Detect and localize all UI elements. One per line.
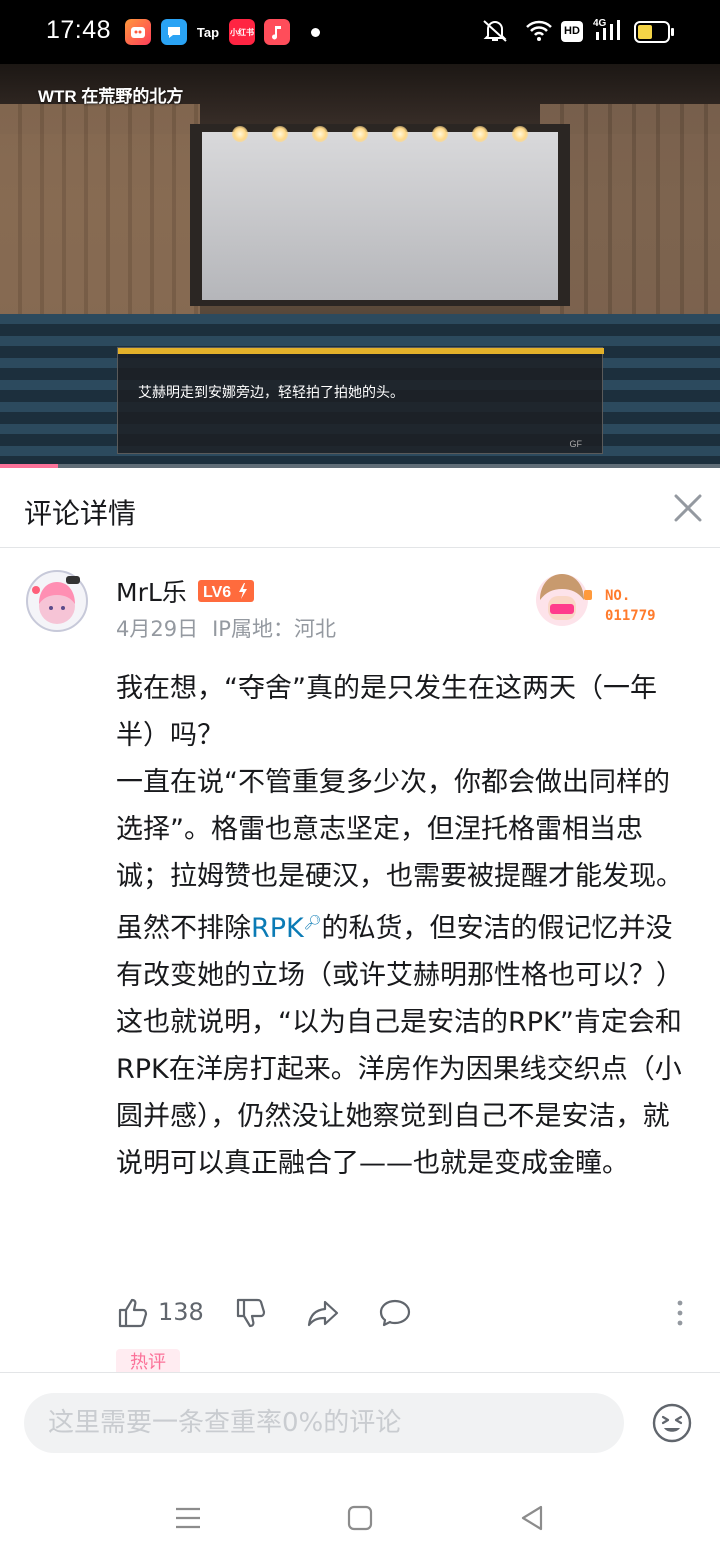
level-text: LV6 xyxy=(203,584,231,601)
tap-app-icon: Tap xyxy=(196,24,220,40)
avatar[interactable] xyxy=(24,568,90,634)
hd-badge: HD xyxy=(561,21,583,42)
video-watermark: GF xyxy=(569,439,583,449)
back-triangle-icon xyxy=(521,1505,543,1531)
mute-icon xyxy=(480,18,510,48)
message-app-icon xyxy=(161,19,187,45)
status-time: 17:48 xyxy=(46,16,112,44)
video-scene-light xyxy=(392,126,408,142)
video-subtitle: 艾赫明走到安娜旁边，轻轻拍了拍她的头。 xyxy=(138,385,404,401)
system-nav-bar xyxy=(0,1476,720,1560)
status-bar: 17:48 Tap 小红书 HD 4G xyxy=(0,0,720,64)
video-scene-light xyxy=(232,126,248,142)
emoji-button[interactable] xyxy=(650,1401,694,1445)
fan-number-label: NO. xyxy=(605,588,631,604)
video-scene-light xyxy=(432,126,448,142)
page-title: 评论详情 xyxy=(24,497,137,530)
share-icon xyxy=(307,1300,339,1327)
rpk-search-link[interactable]: RPK xyxy=(251,913,304,944)
thumbs-up-icon xyxy=(118,1298,148,1328)
app-notification-icon xyxy=(125,19,151,45)
level-badge: LV6 xyxy=(198,580,254,602)
emoji-icon xyxy=(652,1403,692,1443)
comment-detail-header: 评论详情 xyxy=(0,468,720,548)
video-scene-light xyxy=(352,126,368,142)
video-scene-light xyxy=(272,126,288,142)
thumbs-down-icon xyxy=(236,1298,266,1328)
back-button[interactable] xyxy=(514,1500,550,1536)
music-app-icon xyxy=(264,19,290,45)
fan-number-value: 011779 xyxy=(605,608,656,624)
share-button[interactable] xyxy=(306,1296,340,1330)
comment-date: 4月29日 xyxy=(116,617,199,641)
comment-content: 我在想，“夺舍”真的是只发生在这两天（一年半）吗？ 一直在说“不管重复多少次，你… xyxy=(116,665,696,1187)
comment-input-bar: 这里需要一条查重率0%的评论 xyxy=(0,1372,720,1476)
more-vertical-icon xyxy=(677,1300,683,1326)
video-scene-light xyxy=(312,126,328,142)
comment-text-part2: 的私货，但安洁的假记忆并没有改变她的立场（或许艾赫明那性格也可以？） 这也就说明… xyxy=(116,913,683,1179)
reply-button[interactable] xyxy=(378,1296,412,1330)
close-button[interactable] xyxy=(670,490,706,526)
recent-apps-button[interactable] xyxy=(170,1500,206,1536)
fan-medal-card[interactable]: NO. 011779 xyxy=(530,570,680,630)
more-notifications-dot xyxy=(311,28,320,37)
home-button[interactable] xyxy=(342,1500,378,1536)
video-player[interactable]: WTR 在荒野的北方 艾赫明走到安娜旁边，轻轻拍了拍她的头。 GF xyxy=(0,64,720,468)
comment-text-part1: 我在想，“夺舍”真的是只发生在这两天（一年半）吗？ 一直在说“不管重复多少次，你… xyxy=(116,673,683,944)
wifi-icon xyxy=(525,18,553,48)
reply-icon xyxy=(379,1299,411,1327)
home-square-icon xyxy=(347,1505,373,1531)
comment-meta: 4月29日 IP属地：河北 xyxy=(116,613,336,643)
subtitle-box-accent xyxy=(118,348,604,354)
ip-location: IP属地：河北 xyxy=(212,617,336,641)
video-subtitle-box: 艾赫明走到安娜旁边，轻轻拍了拍她的头。 GF xyxy=(117,347,604,454)
comment-input[interactable]: 这里需要一条查重率0%的评论 xyxy=(24,1393,624,1453)
video-channel-title: WTR 在荒野的北方 xyxy=(38,87,184,106)
video-scene-screen xyxy=(202,132,558,300)
battery-icon xyxy=(634,20,676,48)
close-icon xyxy=(674,494,702,522)
fan-number: NO. 011779 xyxy=(605,586,656,626)
video-scene-light xyxy=(512,126,528,142)
like-count: 138 xyxy=(158,1298,204,1326)
hot-comment-tag: 热评 xyxy=(116,1349,180,1373)
menu-icon xyxy=(176,1507,200,1529)
search-icon: 🔎︎ xyxy=(303,915,322,931)
xiaohongshu-app-icon: 小红书 xyxy=(229,19,255,45)
comment-actions: 138 xyxy=(116,1292,696,1336)
username[interactable]: MrL乐 xyxy=(116,573,187,609)
like-button[interactable] xyxy=(116,1296,150,1330)
more-options-button[interactable] xyxy=(668,1296,692,1330)
video-scene-light xyxy=(472,126,488,142)
dislike-button[interactable] xyxy=(234,1296,268,1330)
fan-medal-avatar xyxy=(536,574,592,626)
